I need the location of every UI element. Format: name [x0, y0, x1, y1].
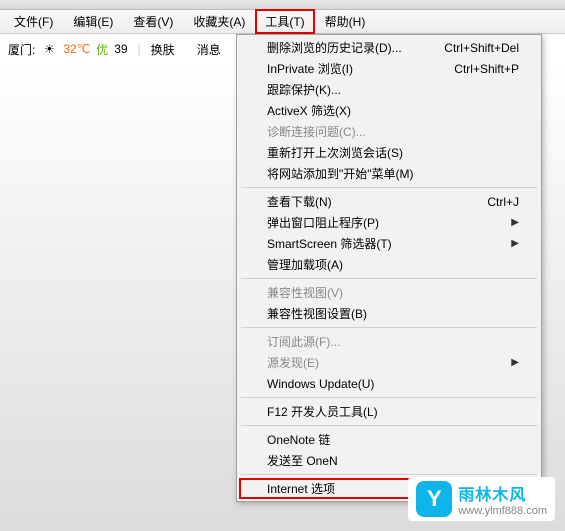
dd-separator: [241, 397, 537, 398]
weather-icon: ☀: [41, 42, 57, 56]
dd-separator: [241, 187, 537, 188]
dd-label: SmartScreen 筛选器(T): [267, 235, 392, 252]
dd-addstart[interactable]: 将网站添加到"开始"菜单(M): [239, 163, 539, 184]
menu-view[interactable]: 查看(V): [123, 9, 183, 34]
dd-separator: [241, 278, 537, 279]
dd-label: 发送至 OneN: [267, 452, 338, 469]
menu-edit[interactable]: 编辑(E): [63, 9, 123, 34]
dd-separator: [241, 474, 537, 475]
menu-file[interactable]: 文件(F): [4, 9, 63, 34]
dd-addons[interactable]: 管理加载项(A): [239, 254, 539, 275]
menu-help[interactable]: 帮助(H): [315, 9, 376, 34]
dd-label: ActiveX 筛选(X): [267, 102, 351, 119]
menu-bar: 文件(F) 编辑(E) 查看(V) 收藏夹(A) 工具(T) 帮助(H): [0, 10, 565, 34]
menu-tools[interactable]: 工具(T): [255, 9, 314, 34]
dd-smartscreen[interactable]: SmartScreen 筛选器(T) ▶: [239, 233, 539, 254]
dd-label: Internet 选项: [267, 480, 335, 497]
tools-dropdown: 删除浏览的历史记录(D)... Ctrl+Shift+Del InPrivate…: [236, 34, 542, 502]
dd-label: 管理加载项(A): [267, 256, 343, 273]
dd-f12[interactable]: F12 开发人员工具(L): [239, 401, 539, 422]
menu-favorites[interactable]: 收藏夹(A): [183, 9, 255, 34]
huanfu-link[interactable]: 换肤: [151, 41, 175, 58]
dd-label: F12 开发人员工具(L): [267, 403, 378, 420]
watermark-logo-icon: Y: [416, 481, 452, 517]
dd-label: OneNote 链: [267, 431, 330, 448]
dd-label: 源发现(E): [267, 354, 319, 371]
watermark-url: www.ylmf888.com: [458, 505, 547, 517]
dd-reopen[interactable]: 重新打开上次浏览会话(S): [239, 142, 539, 163]
dd-label: 跟踪保护(K)...: [267, 81, 341, 98]
dd-feed-discovery: 源发现(E) ▶: [239, 352, 539, 373]
chevron-right-icon: ▶: [511, 357, 519, 368]
dd-shortcut: Ctrl+J: [487, 195, 519, 209]
dd-label: 弹出窗口阻止程序(P): [267, 214, 379, 231]
dd-tracking[interactable]: 跟踪保护(K)...: [239, 79, 539, 100]
dd-label: 兼容性视图设置(B): [267, 305, 367, 322]
dd-label: 重新打开上次浏览会话(S): [267, 144, 403, 161]
dd-label: 将网站添加到"开始"菜单(M): [267, 165, 414, 182]
dd-subscribe: 订阅此源(F)...: [239, 331, 539, 352]
dd-label: 兼容性视图(V): [267, 284, 343, 301]
chevron-right-icon: ▶: [511, 217, 519, 228]
air-quality-value: 39: [114, 42, 127, 56]
dd-label: Windows Update(U): [267, 377, 374, 391]
temperature: 32℃: [63, 42, 90, 56]
dd-label: 删除浏览的历史记录(D)...: [267, 39, 402, 56]
dd-label: 订阅此源(F)...: [267, 333, 340, 350]
dd-delete-history[interactable]: 删除浏览的历史记录(D)... Ctrl+Shift+Del: [239, 37, 539, 58]
dd-downloads[interactable]: 查看下载(N) Ctrl+J: [239, 191, 539, 212]
xiaoxi-link[interactable]: 消息: [197, 41, 221, 58]
city-label: 厦门:: [8, 41, 35, 58]
watermark-title: 雨林木风: [458, 481, 547, 505]
dd-label: 诊断连接问题(C)...: [267, 123, 366, 140]
dd-onenote-link[interactable]: OneNote 链: [239, 429, 539, 450]
dd-label: 查看下载(N): [267, 193, 332, 210]
dd-inprivate[interactable]: InPrivate 浏览(I) Ctrl+Shift+P: [239, 58, 539, 79]
chevron-right-icon: ▶: [511, 238, 519, 249]
dd-activex[interactable]: ActiveX 筛选(X): [239, 100, 539, 121]
watermark: Y 雨林木风 www.ylmf888.com: [408, 477, 555, 521]
dd-shortcut: Ctrl+Shift+P: [454, 62, 519, 76]
dd-popup[interactable]: 弹出窗口阻止程序(P) ▶: [239, 212, 539, 233]
dd-windows-update[interactable]: Windows Update(U): [239, 373, 539, 394]
dd-compat-settings[interactable]: 兼容性视图设置(B): [239, 303, 539, 324]
dd-compat-view: 兼容性视图(V): [239, 282, 539, 303]
dd-shortcut: Ctrl+Shift+Del: [444, 41, 519, 55]
air-quality-label: 优: [96, 41, 108, 58]
dd-label: InPrivate 浏览(I): [267, 60, 353, 77]
dd-separator: [241, 425, 537, 426]
dd-separator: [241, 327, 537, 328]
dd-diagnose: 诊断连接问题(C)...: [239, 121, 539, 142]
divider: |: [138, 42, 141, 56]
dd-send-onenote[interactable]: 发送至 OneN: [239, 450, 539, 471]
